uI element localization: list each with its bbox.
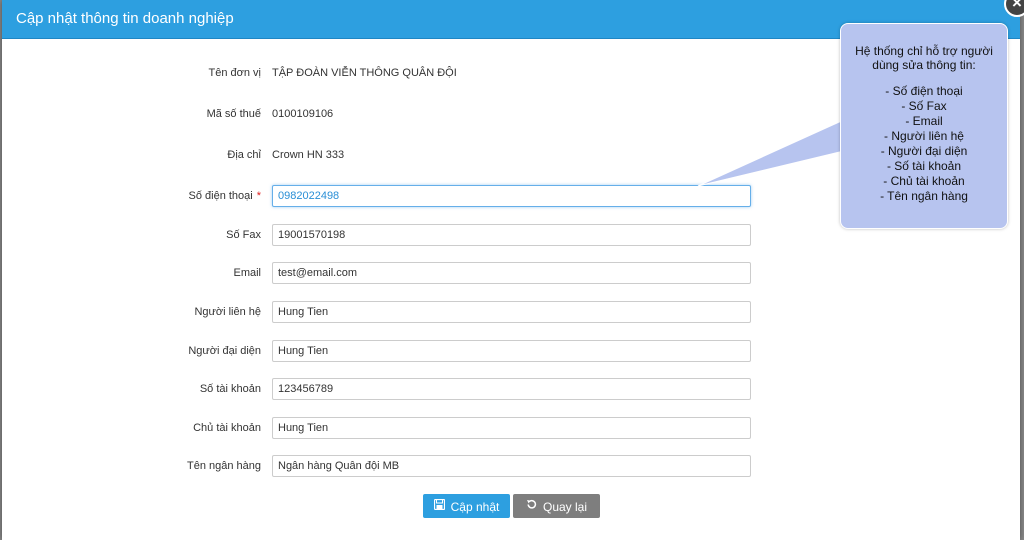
account-number-input[interactable] [272, 378, 751, 400]
fax-label: Số Fax [226, 229, 261, 241]
tooltip-item: - Email [905, 114, 943, 128]
contact-person-label: Người liên hệ [194, 306, 261, 318]
tooltip-item: - Số Fax [901, 99, 947, 113]
company-name-label: Tên đơn vị [208, 67, 261, 79]
tooltip-item: - Số điện thoại [885, 84, 963, 98]
tooltip-intro: Hệ thống chỉ hỗ trợ người dùng sửa thông… [855, 44, 993, 72]
dialog-title: Cập nhật thông tin doanh nghiệp [16, 10, 234, 27]
tax-code-value: 0100109106 [272, 108, 334, 120]
save-icon [433, 499, 445, 513]
account-holder-label: Chủ tài khoản [193, 422, 261, 434]
email-row: Email [2, 262, 1020, 286]
company-name-value: TẬP ĐOÀN VIỄN THÔNG QUÂN ĐỘI [272, 67, 457, 79]
email-input[interactable] [272, 262, 751, 284]
required-mark: * [256, 190, 261, 202]
help-tooltip: Hệ thống chỉ hỗ trợ người dùng sửa thông… [840, 23, 1008, 229]
email-label: Email [233, 267, 261, 279]
tooltip-item: - Chủ tài khoản [883, 174, 965, 188]
tax-code-label: Mã số thuế [206, 108, 261, 120]
representative-input[interactable] [272, 340, 751, 362]
tooltip-list: - Số điện thoại - Số Fax - Email - Người… [841, 84, 1007, 204]
bank-name-input[interactable] [272, 455, 751, 477]
tooltip-item: - Người đại diện [880, 144, 968, 158]
account-holder-row: Chủ tài khoản [2, 417, 1020, 441]
account-number-label: Số tài khoản [199, 383, 261, 395]
account-holder-input[interactable] [272, 417, 751, 439]
address-label: Địa chỉ [227, 149, 261, 161]
tooltip-item: - Số tài khoản [886, 159, 962, 173]
undo-icon [526, 499, 537, 513]
phone-label: Số điện thoại * [188, 190, 262, 202]
bank-name-row: Tên ngân hàng [2, 455, 1020, 479]
address-value: Crown HN 333 [272, 149, 345, 161]
representative-row: Người đại diện [2, 340, 1020, 364]
contact-person-input[interactable] [272, 301, 751, 323]
bank-name-label: Tên ngân hàng [186, 460, 261, 472]
account-number-row: Số tài khoản [2, 378, 1020, 402]
back-button[interactable]: Quay lại [513, 494, 600, 518]
phone-input[interactable] [272, 185, 751, 207]
update-button-label: Cập nhật [450, 499, 500, 514]
representative-label: Người đại diện [188, 345, 261, 357]
fax-input[interactable] [272, 224, 751, 246]
tooltip-item: - Người liên hệ [884, 129, 964, 143]
back-button-label: Quay lại [542, 499, 588, 514]
update-button[interactable]: Cập nhật [423, 494, 510, 518]
tooltip-item: - Tên ngân hàng [880, 189, 968, 203]
contact-person-row: Người liên hệ [2, 301, 1020, 325]
